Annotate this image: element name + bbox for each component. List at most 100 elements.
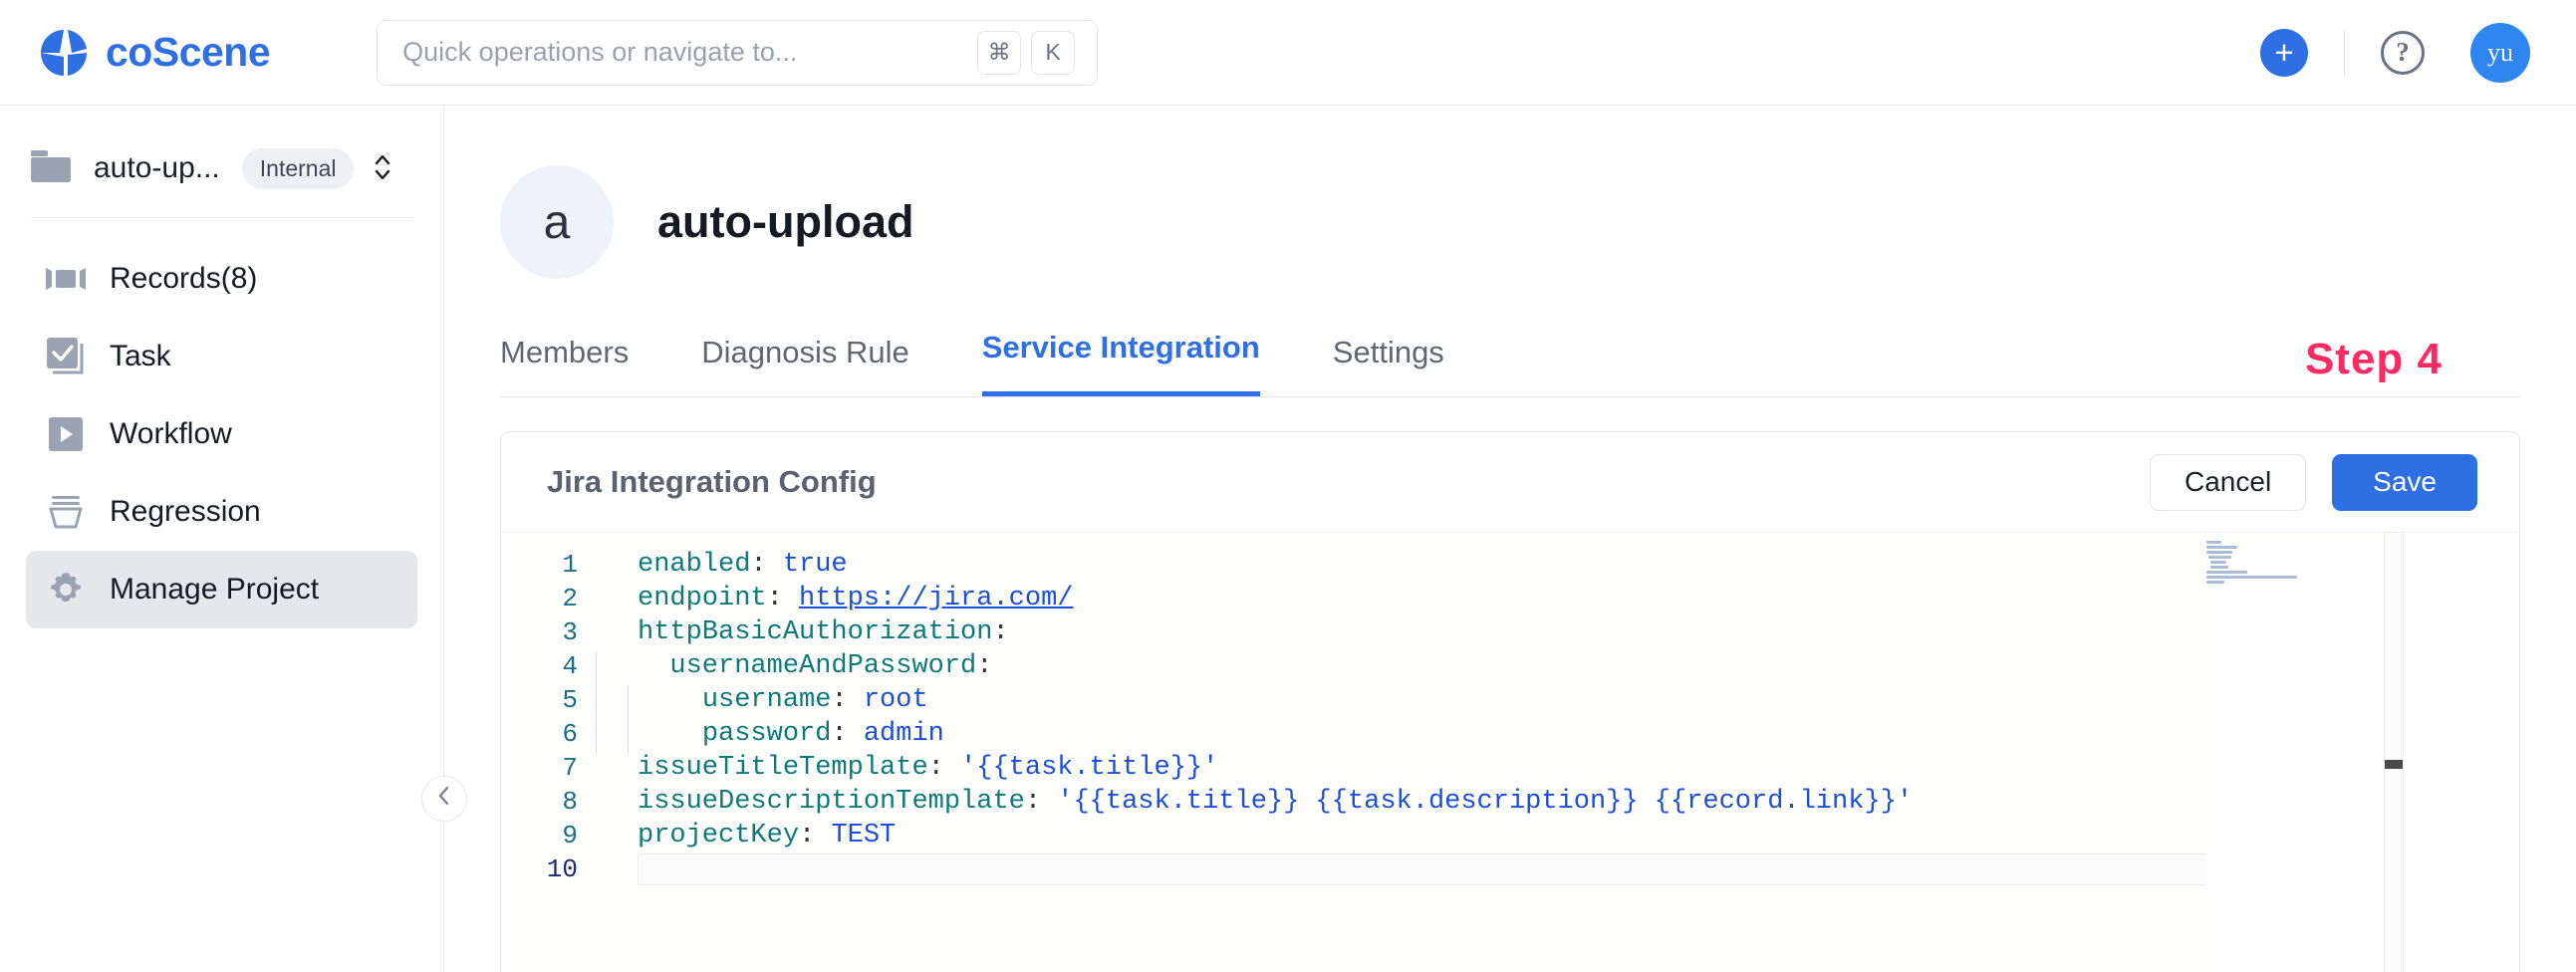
save-button[interactable]: Save: [2332, 453, 2477, 511]
sidebar-item-label: Task: [110, 340, 171, 372]
code-minimap[interactable]: [2206, 541, 2382, 972]
code-text: httpBasicAuthorization:: [596, 617, 1009, 647]
folder-icon: [30, 148, 72, 189]
code-token: enabled: [638, 550, 751, 580]
sidebar-divider: [30, 217, 413, 218]
sidebar-item-records[interactable]: Records(8): [26, 240, 417, 318]
kbd-k: K: [1031, 30, 1076, 75]
regression-bucket-icon: [44, 490, 88, 534]
indent-guide: [596, 651, 597, 685]
plus-icon: +: [2274, 34, 2294, 71]
sidebar-collapse-button[interactable]: [421, 776, 467, 822]
minimap-line: [2208, 556, 2232, 559]
sidebar-item-manage-project[interactable]: Manage Project: [26, 551, 417, 628]
project-name: auto-up...: [94, 151, 220, 184]
code-line[interactable]: 10: [501, 852, 2363, 886]
sidebar-item-label: Regression: [110, 495, 261, 528]
visibility-badge: Internal: [241, 147, 355, 189]
indent-guide: [628, 685, 630, 719]
line-number: 3: [562, 617, 578, 647]
code-line[interactable]: 3 httpBasicAuthorization:: [501, 615, 1913, 649]
code-line[interactable]: 2 endpoint: https://jira.com/: [501, 582, 1913, 615]
code-line[interactable]: 7 issueTitleTemplate: '{{task.title}}': [501, 751, 1913, 785]
jira-integration-card: Jira Integration Config Cancel Save 1 ena…: [500, 431, 2520, 972]
editor-right-rail: [2403, 533, 2519, 972]
code-token: true: [782, 550, 848, 580]
code-line[interactable]: 1 enabled: true: [501, 548, 1913, 582]
yaml-code-editor[interactable]: 1 enabled: true 2 endpoint: https://jira.co…: [501, 532, 2519, 972]
line-number: 10: [546, 854, 578, 884]
sidebar-item-task[interactable]: Task: [26, 318, 417, 395]
active-line-highlight: [638, 853, 2363, 885]
help-glyph: ?: [2396, 37, 2410, 67]
tab-diagnosis-rule[interactable]: Diagnosis Rule: [701, 335, 909, 396]
minimap-line: [2206, 581, 2225, 584]
minimap-line: [2206, 546, 2238, 549]
sidebar-item-regression[interactable]: Regression: [26, 473, 417, 551]
sidebar-item-workflow[interactable]: Workflow: [26, 395, 417, 473]
chevron-left-icon: [435, 784, 453, 815]
code-token: httpBasicAuthorization: [638, 617, 993, 647]
omnibox[interactable]: Quick operations or navigate to... ⌘ K: [377, 19, 1099, 86]
page-title: auto-upload: [657, 196, 914, 247]
code-line[interactable]: 9 projectKey: TEST: [501, 819, 1913, 852]
line-number: 2: [562, 584, 578, 613]
code-line[interactable]: 8 issueDescriptionTemplate: '{{task.title…: [501, 785, 1913, 819]
main-content: a auto-upload Members Diagnosis Rule Ser…: [445, 106, 2576, 972]
code-text: password: admin: [596, 719, 944, 753]
code-token: :: [831, 685, 848, 715]
code-token[interactable]: https://jira.com/: [799, 584, 1073, 613]
sidebar-item-label: Records(8): [110, 262, 258, 295]
indent-guide: [596, 719, 597, 753]
code-text: projectKey: TEST: [596, 821, 896, 850]
minimap-line: [2210, 561, 2227, 564]
help-icon[interactable]: ?: [2381, 30, 2425, 75]
chevron-updown-icon[interactable]: [372, 150, 393, 186]
tab-settings[interactable]: Settings: [1333, 335, 1444, 396]
project-switcher[interactable]: auto-up... Internal: [30, 133, 413, 203]
tab-service-integration[interactable]: Service Integration: [981, 330, 1260, 396]
card-header: Jira Integration Config Cancel Save: [501, 432, 2519, 532]
code-token: username: [701, 685, 832, 715]
code-token: :: [750, 550, 767, 580]
code-text: username: root: [596, 685, 928, 719]
minimap-line: [2210, 566, 2228, 569]
code-line[interactable]: 5 username: root: [501, 683, 1913, 719]
minimap-line: [2206, 541, 2221, 544]
minimap-line: [2206, 571, 2248, 574]
cancel-button[interactable]: Cancel: [2150, 453, 2307, 511]
sidebar-item-label: Workflow: [110, 417, 232, 450]
code-token: projectKey: [638, 821, 800, 850]
code-token: :: [976, 651, 993, 681]
line-number: 7: [562, 753, 578, 783]
code-text: usernameAndPassword:: [596, 651, 993, 685]
brand[interactable]: coScene: [38, 27, 271, 79]
line-number: 8: [562, 787, 578, 817]
code-token: :: [1024, 787, 1042, 817]
code-token: issueDescriptionTemplate: [638, 787, 1025, 817]
code-lines[interactable]: 1 enabled: true 2 endpoint: https://jira.co…: [501, 548, 2363, 886]
avatar[interactable]: yu: [2470, 22, 2530, 83]
tab-members[interactable]: Members: [500, 335, 629, 396]
add-button[interactable]: +: [2260, 28, 2308, 77]
topbar-actions: + ? yu: [2260, 22, 2530, 83]
code-text: enabled: true: [596, 550, 848, 580]
code-line[interactable]: 6 password: admin: [501, 717, 1913, 753]
workflow-play-icon: [44, 412, 88, 456]
code-line[interactable]: 4 usernameAndPassword:: [501, 649, 1913, 685]
gear-icon: [44, 568, 88, 611]
code-token: :: [927, 753, 944, 783]
code-text: issueDescriptionTemplate: '{{task.title}…: [596, 787, 1913, 817]
task-checkbox-icon: [44, 335, 88, 378]
editor-scrollbar-thumb[interactable]: [2385, 760, 2403, 769]
editor-vertical-scrollbar[interactable]: [2384, 533, 2403, 972]
code-token: :: [992, 617, 1009, 647]
minimap-line: [2206, 576, 2297, 579]
code-token: password: [701, 719, 832, 749]
